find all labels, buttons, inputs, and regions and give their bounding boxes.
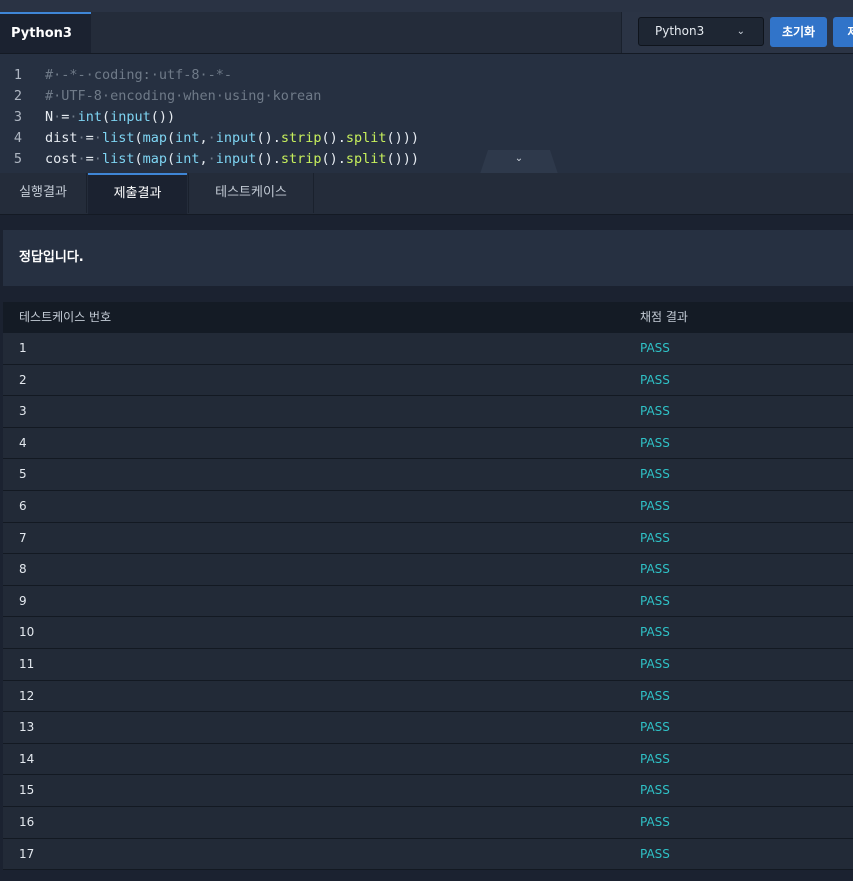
- result-tabbar: 실행결과 제출결과 테스트케이스: [0, 173, 853, 215]
- case-result: PASS: [640, 814, 670, 829]
- line-number: 4: [13, 130, 22, 146]
- line-number: 5: [13, 151, 22, 167]
- case-number: 11: [19, 656, 35, 671]
- case-result: PASS: [640, 593, 670, 608]
- table-row: 11 PASS: [3, 648, 853, 681]
- tab-run-result[interactable]: 실행결과: [0, 173, 87, 213]
- result-message: 정답입니다.: [3, 230, 853, 286]
- case-number: 12: [19, 688, 35, 703]
- case-result: PASS: [640, 846, 670, 861]
- case-result: PASS: [640, 751, 670, 766]
- tab-testcases[interactable]: 테스트케이스: [188, 173, 314, 213]
- code-text: #·UTF-8·encoding·when·using·korean: [45, 88, 322, 104]
- table-row: 9 PASS: [3, 585, 853, 618]
- case-result: PASS: [640, 404, 670, 419]
- table-row: 13 PASS: [3, 712, 853, 744]
- case-number: 10: [19, 625, 35, 640]
- table-row: 8 PASS: [3, 554, 853, 586]
- case-number: 2: [19, 372, 27, 387]
- table-row: 10 PASS: [3, 617, 853, 649]
- table-body: 1 PASS 2 PASS 3 PASS 4 PASS 5 PASS 6 PASS 7 PASS 8 PASS…: [3, 333, 853, 871]
- submit-button[interactable]: 제: [833, 17, 853, 47]
- tab-python3-file[interactable]: Python3: [0, 12, 91, 53]
- table-row: 7 PASS: [3, 522, 853, 555]
- case-result: PASS: [640, 341, 670, 355]
- language-select-value: Python3: [655, 24, 705, 38]
- case-number: 16: [19, 814, 35, 829]
- case-result: PASS: [640, 498, 670, 513]
- case-number: 15: [19, 783, 35, 798]
- code-text: N·=·int(input()): [45, 109, 176, 125]
- case-number: 6: [19, 498, 27, 513]
- editor-tabbar: Python3 Python3 ⌄ 초기화 제: [0, 12, 853, 54]
- case-number: 17: [19, 846, 35, 861]
- case-result: PASS: [640, 435, 670, 450]
- case-number: 7: [19, 530, 27, 545]
- code-text: cost·=·list(map(int,·input().strip().spl…: [45, 151, 420, 167]
- case-result: PASS: [640, 625, 670, 640]
- editor-toolbar: Python3 ⌄ 초기화 제: [621, 12, 853, 53]
- results-table: 테스트케이스 번호 채점 결과 1 PASS 2 PASS 3 PASS 4 PASS 5 PAS…: [3, 302, 853, 871]
- code-text: dist·=·list(map(int,·input().strip().spl…: [45, 130, 420, 146]
- chevron-down-icon: ⌄: [736, 26, 745, 37]
- table-row: 1 PASS: [3, 333, 853, 365]
- table-row: 5 PASS: [3, 459, 853, 491]
- reset-button[interactable]: 초기화: [770, 17, 827, 47]
- table-row: 16 PASS: [3, 806, 853, 839]
- case-number: 8: [19, 562, 27, 577]
- case-number: 14: [19, 751, 35, 766]
- table-row: 2 PASS: [3, 364, 853, 397]
- table-header: 테스트케이스 번호 채점 결과: [3, 302, 853, 333]
- case-number: 5: [19, 467, 27, 482]
- case-result: PASS: [640, 467, 670, 482]
- header-case-number: 테스트케이스 번호: [19, 310, 112, 324]
- table-row: 15 PASS: [3, 775, 853, 807]
- language-select[interactable]: Python3 ⌄: [638, 17, 764, 46]
- case-result: PASS: [640, 372, 670, 387]
- case-number: 9: [19, 593, 27, 608]
- table-row: 12 PASS: [3, 680, 853, 713]
- line-number: 1: [13, 67, 22, 83]
- case-number: 1: [19, 341, 27, 355]
- table-row: 4 PASS: [3, 427, 853, 460]
- line-number: 3: [13, 109, 22, 125]
- case-number: 13: [19, 720, 35, 735]
- top-strip: [0, 0, 853, 12]
- code-text: #·-*-·coding:·utf-8·-*-: [45, 67, 233, 83]
- table-row: 6 PASS: [3, 490, 853, 523]
- collapse-chevron-icon: ⌄: [514, 153, 524, 164]
- table-row: 14 PASS: [3, 743, 853, 776]
- line-number: 2: [13, 88, 22, 104]
- header-result: 채점 결과: [640, 310, 688, 324]
- table-row: 17 PASS: [3, 838, 853, 871]
- case-result: PASS: [640, 530, 670, 545]
- case-result: PASS: [640, 562, 670, 577]
- tab-submit-result[interactable]: 제출결과: [88, 173, 187, 214]
- case-result: PASS: [640, 720, 670, 735]
- case-result: PASS: [640, 656, 670, 671]
- case-result: PASS: [640, 688, 670, 703]
- case-number: 3: [19, 404, 27, 419]
- case-number: 4: [19, 435, 27, 450]
- code-editor[interactable]: 1 #·-*-·coding:·utf-8·-*- 2 #·UTF-8·encodin…: [0, 54, 853, 173]
- panel-resize-handle[interactable]: ⌄: [480, 150, 558, 174]
- case-result: PASS: [640, 783, 670, 798]
- table-row: 3 PASS: [3, 396, 853, 428]
